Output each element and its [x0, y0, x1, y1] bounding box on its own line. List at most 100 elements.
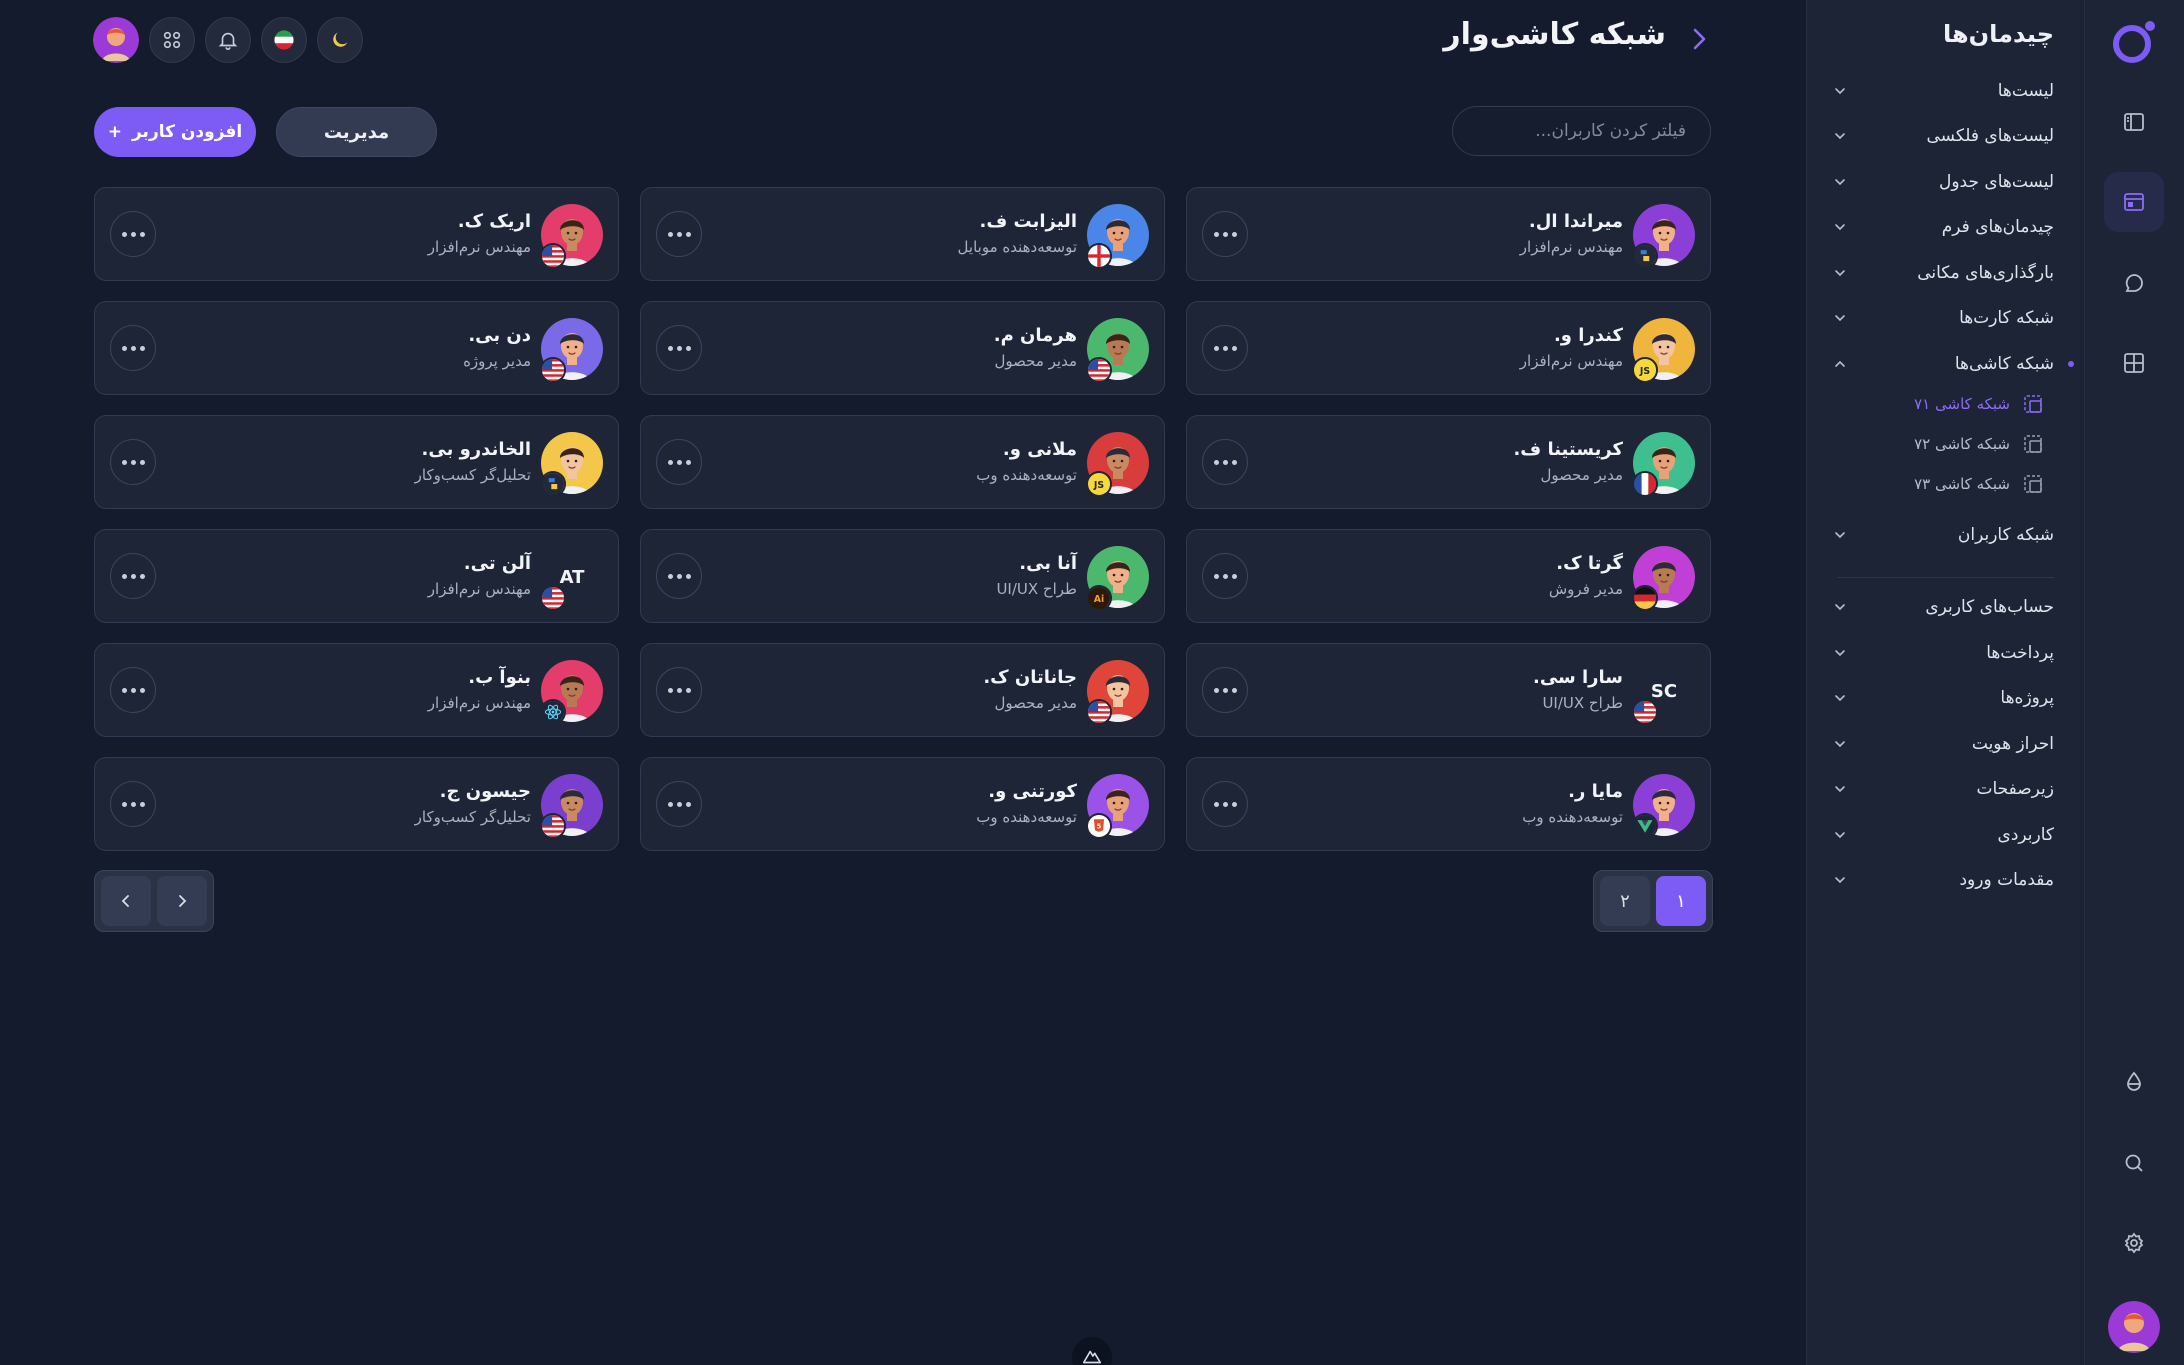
page-button-1[interactable]: ۱: [1656, 876, 1706, 926]
user-card[interactable]: کریستینا ف. مدیر محصول: [1186, 415, 1711, 509]
flag-de-icon: [1632, 585, 1658, 611]
sidebar-item[interactable]: کاربردی: [1833, 815, 2054, 855]
drop-icon[interactable]: [2104, 1052, 2164, 1112]
manage-button[interactable]: مدیریت: [276, 107, 437, 157]
sidebar-item[interactable]: لیست‌های جدول: [1833, 162, 2054, 202]
user-role: مهندس نرم‌افزار: [427, 580, 531, 598]
more-options-icon[interactable]: [656, 553, 702, 599]
sidebar-subitem[interactable]: شبکه کاشی ۷۲: [1914, 427, 2044, 461]
user-card[interactable]: JS ملانی و. توسعه‌دهنده وب: [640, 415, 1165, 509]
sidebar-item[interactable]: شبکه کاشی‌ها: [1833, 344, 2074, 384]
profile-avatar[interactable]: [2108, 1301, 2160, 1353]
sidebar-item[interactable]: بارگذاری‌های مکانی: [1833, 253, 2054, 293]
react-icon: [540, 699, 566, 725]
sidebar-item-label: شبکه کاشی‌ها: [1954, 354, 2054, 374]
user-card[interactable]: هرمان م. مدیر محصول: [640, 301, 1165, 395]
user-name: هرمان م.: [993, 325, 1077, 346]
chevron-left-icon[interactable]: [101, 876, 151, 926]
sidebar-subitem[interactable]: شبکه کاشی ۷۱: [1914, 387, 2044, 421]
gear-icon[interactable]: [2104, 1213, 2164, 1273]
grid-icon[interactable]: [2104, 333, 2164, 393]
more-options-icon[interactable]: [1202, 211, 1248, 257]
user-card[interactable]: 5 کورتنی و. توسعه‌دهنده وب: [640, 757, 1165, 851]
sidebar-item-label: لیست‌ها: [1997, 81, 2054, 101]
more-options-icon[interactable]: [1202, 325, 1248, 371]
sidebar-item[interactable]: احراز هویت: [1833, 724, 2054, 764]
chevron-down-icon: [1835, 179, 1845, 186]
chat-icon[interactable]: [2104, 253, 2164, 313]
apps-icon[interactable]: [149, 17, 195, 63]
js-icon: JS: [1086, 471, 1112, 497]
more-options-icon[interactable]: [110, 553, 156, 599]
sidebar-item[interactable]: چیدمان‌های فرم: [1833, 207, 2054, 247]
user-card[interactable]: الیزابت ف. توسعه‌دهنده موبایل: [640, 187, 1165, 281]
sidebar: چیدمان‌ها لیست‌ها لیست‌های فلکسی لیست‌های …: [1806, 0, 2084, 1365]
sidebar-item[interactable]: پروژه‌ها: [1833, 678, 2054, 718]
more-options-icon[interactable]: [656, 667, 702, 713]
user-role: تحلیل‌گر کسب‌وکار: [414, 466, 531, 484]
more-options-icon[interactable]: [110, 439, 156, 485]
sidebar-subitem-label: شبکه کاشی ۷۳: [1914, 475, 2010, 493]
sidebar-item[interactable]: حساب‌های کاربری: [1833, 587, 2054, 627]
chevron-right-icon[interactable]: [157, 876, 207, 926]
tile-grid-icon: [2024, 395, 2042, 413]
sidebar-item[interactable]: شبکه کارت‌ها: [1833, 298, 2054, 338]
user-card[interactable]: جیسون ج. تحلیل‌گر کسب‌وکار: [94, 757, 619, 851]
more-options-icon[interactable]: [656, 325, 702, 371]
more-options-icon[interactable]: [110, 211, 156, 257]
sidebar-item-label: بارگذاری‌های مکانی: [1917, 263, 2054, 283]
chevron-right-icon[interactable]: [1684, 24, 1714, 54]
sidebar-subitem[interactable]: شبکه کاشی ۷۳: [1914, 467, 2044, 501]
language-flag-icon[interactable]: [261, 17, 307, 63]
more-options-icon[interactable]: [110, 325, 156, 371]
user-card[interactable]: مایا ر. توسعه‌دهنده وب: [1186, 757, 1711, 851]
ai-icon: Ai: [1086, 585, 1112, 611]
user-card[interactable]: Ai آنا بی. طراح UI/UX: [640, 529, 1165, 623]
user-avatar[interactable]: [93, 17, 139, 63]
page-button-2[interactable]: ۲: [1600, 876, 1650, 926]
more-options-icon[interactable]: [110, 781, 156, 827]
user-card[interactable]: اریک ک. مهندس نرم‌افزار: [94, 187, 619, 281]
sidebar-item[interactable]: لیست‌ها: [1833, 71, 2054, 111]
user-card[interactable]: گرتا ک. مدیر فروش: [1186, 529, 1711, 623]
more-options-icon[interactable]: [1202, 439, 1248, 485]
sidebar-item[interactable]: شبکه کاربران: [1833, 515, 2054, 555]
sidebar-item-label: چیدمان‌های فرم: [1941, 217, 2054, 237]
more-options-icon[interactable]: [656, 211, 702, 257]
user-card[interactable]: بنوآ ب. مهندس نرم‌افزار: [94, 643, 619, 737]
user-card[interactable]: میراندا ال. مهندس نرم‌افزار: [1186, 187, 1711, 281]
more-options-icon[interactable]: [110, 667, 156, 713]
more-options-icon[interactable]: [1202, 781, 1248, 827]
search-input[interactable]: [1467, 121, 1686, 141]
user-card[interactable]: الخاندرو بی. تحلیل‌گر کسب‌وکار: [94, 415, 619, 509]
more-options-icon[interactable]: [656, 439, 702, 485]
user-card[interactable]: دن بی. مدیر پروژه: [94, 301, 619, 395]
user-card[interactable]: جاناتان ک. مدیر محصول: [640, 643, 1165, 737]
flag-us-icon: [1086, 357, 1112, 383]
user-card[interactable]: AT آلن تی. مهندس نرم‌افزار: [94, 529, 619, 623]
more-options-icon[interactable]: [1202, 667, 1248, 713]
bell-icon[interactable]: [205, 17, 251, 63]
moon-icon[interactable]: [317, 17, 363, 63]
user-card[interactable]: JS کندرا و. مهندس نرم‌افزار: [1186, 301, 1711, 395]
sidebar-item[interactable]: لیست‌های فلکسی: [1833, 116, 2054, 156]
user-role: توسعه‌دهنده وب: [1522, 808, 1623, 826]
user-role: توسعه‌دهنده موبایل: [957, 238, 1077, 256]
app-logo-icon[interactable]: [2110, 18, 2158, 66]
nuxt-logo-icon[interactable]: [1072, 1337, 1112, 1365]
user-name: الخاندرو بی.: [421, 439, 531, 460]
sidebar-item[interactable]: پرداخت‌ها: [1833, 633, 2054, 673]
layouts-icon[interactable]: [2104, 172, 2164, 232]
sidebar-item-label: لیست‌های فلکسی: [1926, 126, 2055, 146]
search-icon[interactable]: [2104, 1133, 2164, 1193]
more-options-icon[interactable]: [1202, 553, 1248, 599]
sidebar-toggle-icon[interactable]: [2104, 92, 2164, 152]
sidebar-item-label: حساب‌های کاربری: [1925, 597, 2054, 617]
sidebar-item[interactable]: زیرصفحات: [1833, 769, 2054, 809]
flag-us-icon: [540, 813, 566, 839]
sidebar-item[interactable]: مقدمات ورود: [1833, 860, 2054, 900]
more-options-icon[interactable]: [656, 781, 702, 827]
search-field[interactable]: [1452, 106, 1711, 156]
user-card[interactable]: SC سارا سی. طراح UI/UX: [1186, 643, 1711, 737]
add-user-button[interactable]: افزودن کاربر +: [94, 107, 256, 157]
